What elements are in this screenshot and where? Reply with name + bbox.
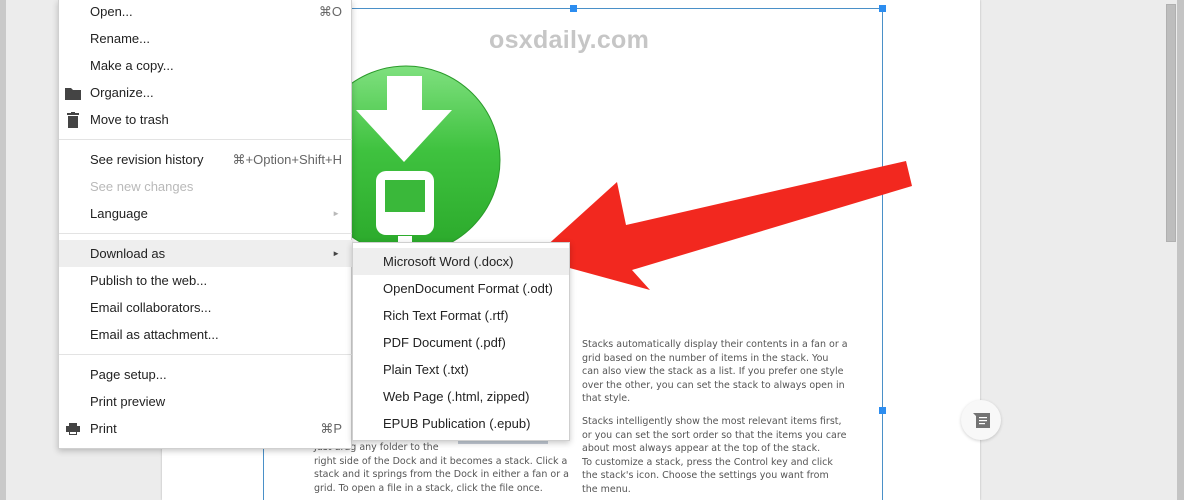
text-line: the stack's icon. Choose the settings yo… xyxy=(582,470,829,481)
trash-icon xyxy=(67,112,79,128)
text-line: Stacks intelligently show the most relev… xyxy=(582,416,842,427)
menu-item-label: Print xyxy=(90,421,117,436)
text-line: the menu. xyxy=(582,483,631,495)
text-line: about most always appear at the top of t… xyxy=(582,443,821,454)
menu-item-rename[interactable]: Rename... xyxy=(59,25,352,52)
doc-left-column-paragraph: Just drag any folder to the right side o… xyxy=(314,441,569,495)
text-line: or you can set the sort order so that th… xyxy=(582,429,847,441)
menu-item-label: Open... xyxy=(90,4,133,19)
submenu-arrow-icon: ► xyxy=(332,249,340,258)
submenu-item-docx[interactable]: Microsoft Word (.docx) xyxy=(353,248,569,275)
text-line: stack and it springs from the Dock in ei… xyxy=(314,469,569,480)
comment-button[interactable] xyxy=(961,400,1001,440)
menu-item-label: Rename... xyxy=(90,31,150,46)
submenu-item-html-zipped[interactable]: Web Page (.html, zipped) xyxy=(353,383,569,410)
menu-item-label: See revision history xyxy=(90,152,204,167)
menu-item-print[interactable]: Print ⌘P xyxy=(59,415,352,442)
menu-item-label: Email collaborators... xyxy=(90,300,212,315)
menu-item-shortcut: ⌘O xyxy=(318,3,342,19)
menu-item-label: Language xyxy=(90,206,148,221)
menu-item-language[interactable]: Language ► xyxy=(59,200,352,227)
menu-item-label: Email as attachment... xyxy=(90,327,219,342)
text-line: right side of the Dock and it becomes a … xyxy=(314,455,568,467)
menu-item-organize[interactable]: Organize... xyxy=(59,79,352,106)
menu-item-label: Organize... xyxy=(90,85,154,100)
printer-icon xyxy=(66,423,80,435)
folder-icon xyxy=(65,88,81,100)
menu-item-download-as[interactable]: Download as ► xyxy=(59,240,352,267)
submenu-item-label: EPUB Publication (.epub) xyxy=(383,416,531,431)
window-right-edge xyxy=(1177,0,1184,500)
window-left-edge xyxy=(0,0,6,500)
submenu-item-label: Microsoft Word (.docx) xyxy=(383,254,514,269)
submenu-item-label: Web Page (.html, zipped) xyxy=(383,389,530,404)
menu-item-page-setup[interactable]: Page setup... xyxy=(59,361,352,388)
text-line: grid. To open a file in a stack, click t… xyxy=(314,482,543,494)
menu-item-label: Print preview xyxy=(90,394,166,409)
scrollbar-thumb[interactable] xyxy=(1166,4,1176,242)
download-as-submenu: Microsoft Word (.docx) OpenDocument Form… xyxy=(352,242,570,441)
menu-separator xyxy=(59,139,352,140)
menu-separator xyxy=(59,354,352,355)
menu-item-print-preview[interactable]: Print preview xyxy=(59,388,352,415)
submenu-item-epub[interactable]: EPUB Publication (.epub) xyxy=(353,410,569,437)
menu-item-label: Move to trash xyxy=(90,112,169,127)
menu-item-shortcut: ⌘P xyxy=(320,420,342,436)
comment-icon xyxy=(972,412,990,428)
menu-item-label: Make a copy... xyxy=(90,58,174,73)
submenu-arrow-icon: ► xyxy=(332,209,340,218)
submenu-item-label: OpenDocument Format (.odt) xyxy=(383,281,553,296)
menu-item-label: Publish to the web... xyxy=(90,273,208,288)
menu-item-see-new-changes: See new changes xyxy=(59,173,352,200)
menu-item-publish-to-the-web[interactable]: Publish to the web... xyxy=(59,267,352,294)
submenu-item-rtf[interactable]: Rich Text Format (.rtf) xyxy=(353,302,569,329)
menu-item-move-to-trash[interactable]: Move to trash xyxy=(59,106,352,133)
file-menu: Open... ⌘O Rename... Make a copy... Orga… xyxy=(58,0,352,449)
text-line: that style. xyxy=(582,393,631,404)
menu-item-open[interactable]: Open... ⌘O xyxy=(59,0,352,25)
menu-item-label: Download as xyxy=(90,246,166,261)
submenu-item-odt[interactable]: OpenDocument Format (.odt) xyxy=(353,275,569,302)
submenu-item-label: Rich Text Format (.rtf) xyxy=(383,308,509,323)
menu-item-email-as-attachment[interactable]: Email as attachment... xyxy=(59,321,352,348)
submenu-item-pdf[interactable]: PDF Document (.pdf) xyxy=(353,329,569,356)
text-line: over the other, you can set the stack to… xyxy=(582,379,845,391)
resize-handle-right[interactable] xyxy=(879,407,886,414)
menu-separator xyxy=(59,233,352,234)
text-line: grid based on the number of items in the… xyxy=(582,352,829,364)
menu-item-see-revision-history[interactable]: See revision history ⌘+Option+Shift+H xyxy=(59,146,352,173)
submenu-item-txt[interactable]: Plain Text (.txt) xyxy=(353,356,569,383)
text-line: can also view the stack as a list. If yo… xyxy=(582,366,844,377)
submenu-item-label: Plain Text (.txt) xyxy=(383,362,469,377)
resize-handle-top-right[interactable] xyxy=(879,5,886,12)
doc-right-column-paragraph-2: Stacks intelligently show the most relev… xyxy=(582,415,846,496)
download-icon-image xyxy=(340,60,510,250)
submenu-item-label: PDF Document (.pdf) xyxy=(383,335,506,350)
doc-right-column-paragraph-1: Stacks automatically display their conte… xyxy=(582,338,848,406)
resize-handle-top[interactable] xyxy=(570,5,577,12)
watermark: osxdaily.com xyxy=(489,26,650,54)
text-line: To customize a stack, press the Control … xyxy=(582,456,833,468)
menu-item-label: See new changes xyxy=(90,179,194,194)
text-line: Stacks automatically display their conte… xyxy=(582,339,848,350)
menu-item-shortcut: ⌘+Option+Shift+H xyxy=(232,151,342,167)
menu-item-email-collaborators[interactable]: Email collaborators... xyxy=(59,294,352,321)
menu-item-label: Page setup... xyxy=(90,367,167,382)
menu-item-make-a-copy[interactable]: Make a copy... xyxy=(59,52,352,79)
